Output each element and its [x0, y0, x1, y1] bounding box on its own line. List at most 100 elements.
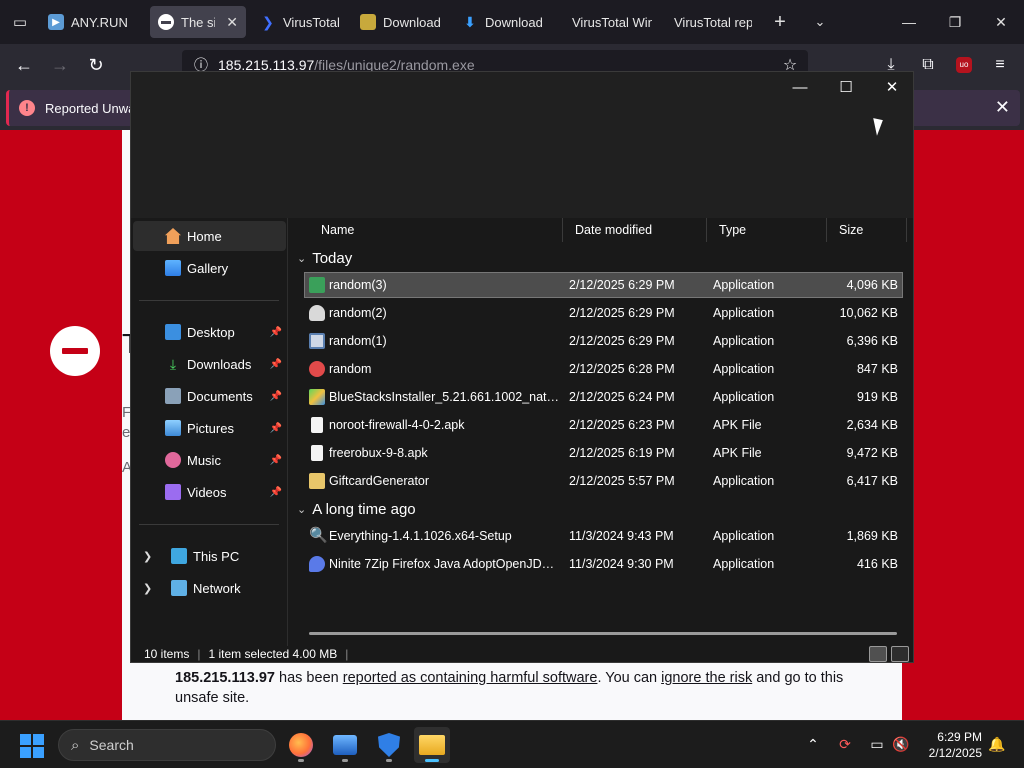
browser-close-icon[interactable]: ✕	[978, 0, 1024, 44]
nav-item-videos[interactable]: Videos 📌	[133, 477, 286, 507]
menu-hamburger-icon[interactable]: ≡	[982, 44, 1018, 86]
pin-icon[interactable]: 📌	[270, 359, 282, 370]
file-date: 11/3/2024 9:43 PM	[569, 529, 674, 543]
browser-restore-icon[interactable]: ❐	[932, 0, 978, 44]
details-view-icon[interactable]	[869, 646, 887, 662]
column-header-date[interactable]: Date modified	[563, 218, 707, 242]
nav-item-gallery[interactable]: Gallery	[133, 253, 286, 283]
download-arrow-favicon-icon: ⬇	[464, 13, 476, 30]
tab-download-2[interactable]: ⬇ Download	[454, 6, 558, 38]
tab-label: The site	[181, 14, 216, 30]
taskbar-file-explorer[interactable]	[414, 727, 450, 763]
file-row[interactable]: BlueStacksInstaller_5.21.661.1002_native…	[305, 385, 902, 409]
file-name: random(2)	[329, 306, 387, 320]
back-arrow-icon[interactable]: ←	[6, 47, 42, 83]
file-row[interactable]: freerobux-9-8.apk 2/12/2025 6:19 PM APK …	[305, 441, 902, 465]
file-row[interactable]: 🔍 Everything-1.4.1.1026.x64-Setup 11/3/2…	[305, 524, 902, 548]
taskbar-firefox[interactable]	[283, 727, 319, 763]
tab-virustotal-report[interactable]: VirusTotal repo	[660, 6, 760, 38]
pin-icon[interactable]: 📌	[270, 487, 282, 498]
pin-icon[interactable]: 📌	[270, 327, 282, 338]
warning-icon: !	[19, 100, 35, 116]
file-row[interactable]: Ninite 7Zip Firefox Java AdoptOpenJDK x.…	[305, 552, 902, 576]
tab-virustotal-win[interactable]: VirusTotal Win	[558, 6, 660, 38]
taskbar-clock[interactable]: 6:29 PM 2/12/2025	[918, 729, 982, 761]
tab-virustotal[interactable]: ❯ VirusTotal	[252, 6, 352, 38]
file-date: 11/3/2024 9:30 PM	[569, 557, 674, 571]
reload-icon[interactable]: ↻	[78, 47, 114, 83]
file-row[interactable]: noroot-firewall-4-0-2.apk 2/12/2025 6:23…	[305, 413, 902, 437]
chevron-right-icon[interactable]: ❯	[143, 550, 153, 563]
file-row[interactable]: random(3) 2/12/2025 6:29 PM Application …	[304, 272, 903, 298]
file-row[interactable]: random(1) 2/12/2025 6:29 PM Application …	[305, 329, 902, 353]
nav-item-pictures[interactable]: Pictures 📌	[133, 413, 286, 443]
tab-download-1[interactable]: Download	[352, 6, 454, 38]
nav-item-music[interactable]: Music 📌	[133, 445, 286, 475]
nav-item-desktop[interactable]: Desktop 📌	[133, 317, 286, 347]
nav-item-network[interactable]: ❯ Network	[133, 573, 286, 603]
pin-icon[interactable]: 📌	[270, 391, 282, 402]
file-type: Application	[713, 390, 775, 404]
notification-close-icon[interactable]: ✕	[995, 97, 1010, 118]
pictures-icon	[165, 420, 181, 436]
nav-item-label: Downloads	[187, 356, 252, 372]
taskbar-search-box[interactable]: ⌕ Search	[58, 729, 276, 761]
ignore-risk-link[interactable]: ignore the risk	[661, 670, 752, 686]
tray-display-icon[interactable]: ▭	[866, 733, 888, 755]
tray-chevron-up-icon[interactable]: ⌃	[802, 733, 824, 755]
close-tab-icon[interactable]: ✕	[226, 14, 238, 31]
forward-arrow-icon[interactable]: →	[42, 47, 78, 83]
horizontal-scrollbar[interactable]	[309, 632, 897, 635]
taskbar-app-2[interactable]	[327, 727, 363, 763]
explorer-maximize-icon[interactable]: ☐	[823, 72, 869, 102]
blocked-site-explanation: 185.215.113.97 has been reported as cont…	[175, 668, 875, 708]
group-header-long-ago[interactable]: ⌄ A long time ago	[297, 498, 416, 520]
nav-item-this-pc[interactable]: ❯ This PC	[133, 541, 286, 571]
tray-sync-icon[interactable]: ⟳	[834, 733, 856, 755]
tray-volume-muted-icon[interactable]: 🔇	[890, 733, 912, 755]
tab-site-blocked[interactable]: The site ✕	[150, 6, 246, 38]
taskbar-defender[interactable]	[371, 727, 407, 763]
tab-label: VirusTotal repo	[674, 14, 752, 30]
browser-minimize-icon[interactable]: —	[886, 0, 932, 44]
file-icon	[311, 445, 323, 461]
column-header-size[interactable]: Size	[827, 218, 907, 242]
nav-item-downloads[interactable]: ⤓ Downloads 📌	[133, 349, 286, 379]
file-list-pane: Name Date modified Type Size ⌄ Today ran…	[289, 218, 913, 646]
running-indicator	[386, 759, 392, 762]
pin-icon[interactable]: 📌	[270, 423, 282, 434]
column-header-type[interactable]: Type	[707, 218, 827, 242]
chevron-right-icon[interactable]: ❯	[143, 582, 153, 595]
tab-label: Download	[383, 14, 441, 30]
file-size: 9,472 KB	[846, 446, 898, 460]
tab-anyrun[interactable]: ▶ ANY.RUN	[40, 6, 136, 38]
notification-bell-icon[interactable]: 🔔	[986, 733, 1008, 755]
chevron-down-icon[interactable]: ⌄	[297, 503, 306, 516]
explorer-minimize-icon[interactable]: —	[777, 72, 823, 102]
new-tab-plus-icon[interactable]: +	[760, 11, 800, 34]
group-header-today[interactable]: ⌄ Today	[297, 247, 352, 269]
reported-link[interactable]: reported as containing harmful software	[343, 670, 598, 686]
pin-icon[interactable]: 📌	[270, 455, 282, 466]
large-icons-view-icon[interactable]	[891, 646, 909, 662]
nav-divider	[139, 300, 279, 301]
windows-start-icon[interactable]	[20, 734, 44, 758]
file-date: 2/12/2025 6:29 PM	[569, 334, 675, 348]
explorer-close-icon[interactable]: ✕	[869, 72, 915, 102]
file-row[interactable]: random 2/12/2025 6:28 PM Application 847…	[305, 357, 902, 381]
file-row[interactable]: random(2) 2/12/2025 6:29 PM Application …	[305, 301, 902, 325]
running-indicator	[425, 759, 439, 762]
nav-item-label: This PC	[193, 548, 240, 564]
column-header-name[interactable]: Name	[309, 218, 563, 242]
group-header-label: Today	[312, 249, 353, 267]
nav-item-home[interactable]: Home	[133, 221, 286, 251]
file-row[interactable]: GiftcardGenerator 2/12/2025 5:57 PM Appl…	[305, 469, 902, 493]
extensions-icon[interactable]: ⧉	[910, 44, 946, 86]
nav-item-label: Videos	[187, 484, 227, 500]
tab-menu-chevron-down-icon[interactable]: ⌄	[800, 14, 840, 30]
monitor-app-icon	[333, 735, 357, 755]
chevron-down-icon[interactable]: ⌄	[297, 252, 306, 265]
ublock-icon[interactable]: uo	[946, 44, 982, 86]
nav-item-documents[interactable]: Documents 📌	[133, 381, 286, 411]
tab-list-icon[interactable]: ▭	[0, 0, 40, 44]
